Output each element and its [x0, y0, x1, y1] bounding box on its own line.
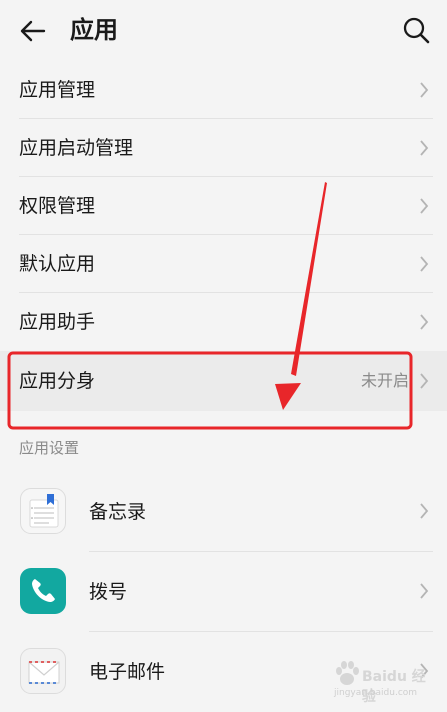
app-item-dialer[interactable]: 拨号: [0, 552, 447, 632]
chevron-right-icon: [420, 314, 429, 330]
menu-item-label: 默认应用: [19, 253, 96, 275]
app-twin-status: 未开启: [360, 371, 409, 390]
chevron-right-icon: [420, 140, 429, 156]
menu-item-label: 应用启动管理: [19, 137, 134, 159]
app-item-memo[interactable]: 备忘录: [0, 472, 447, 552]
menu-item-permission-management[interactable]: 权限管理: [0, 177, 447, 235]
page-title: 应用: [70, 16, 118, 44]
menu-item-label: 应用分身: [19, 370, 96, 392]
app-item-label: 备忘录: [89, 501, 147, 523]
chevron-right-icon: [420, 503, 429, 519]
phone-icon: [20, 568, 66, 614]
app-bar: 应用: [0, 0, 447, 60]
chevron-right-icon: [420, 198, 429, 214]
search-icon: [403, 17, 430, 44]
chevron-right-icon: [420, 82, 429, 98]
memo-icon: [20, 488, 66, 534]
menu-item-app-twin[interactable]: 应用分身 未开启: [0, 351, 447, 411]
watermark-url: jingyan.baidu.com: [334, 688, 418, 698]
menu-item-default-apps[interactable]: 默认应用: [0, 235, 447, 293]
menu-item-app-launch-management[interactable]: 应用启动管理: [0, 119, 447, 177]
chevron-right-icon: [420, 373, 429, 389]
menu-item-label: 应用助手: [19, 311, 96, 333]
watermark-text: Baidu 经验: [362, 669, 426, 705]
chevron-right-icon: [420, 256, 429, 272]
mail-icon: [20, 648, 66, 694]
baidu-jingyan-watermark: Baidu 经验 jingyan.baidu.com: [332, 660, 432, 706]
menu-item-label: 权限管理: [19, 195, 96, 217]
menu-item-app-management[interactable]: 应用管理: [0, 61, 447, 119]
back-button[interactable]: [18, 16, 48, 46]
app-item-label: 拨号: [89, 581, 128, 603]
back-arrow-icon: [20, 20, 46, 42]
paw-logo-icon: [336, 661, 359, 685]
menu-item-app-assistant[interactable]: 应用助手: [0, 293, 447, 351]
menu-item-label: 应用管理: [19, 79, 96, 101]
chevron-right-icon: [420, 583, 429, 599]
search-button[interactable]: [400, 14, 432, 46]
app-item-label: 电子邮件: [89, 661, 166, 683]
section-header: 应用设置: [19, 439, 80, 457]
